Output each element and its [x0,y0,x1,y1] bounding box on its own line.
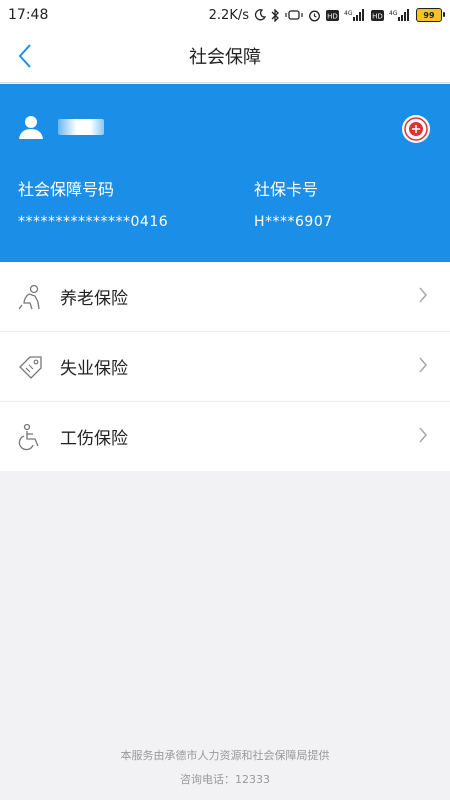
chevron-right-icon [419,287,428,303]
card-number-block: 社保卡号 H****6907 [254,176,333,230]
page-title: 社会保障 [189,47,261,68]
ssn-block: 社会保障号码 ***************0416 [18,176,168,230]
ssn-value: ***************0416 [18,214,169,230]
hd-icon: HD [326,9,339,21]
ssn-label: 社会保障号码 [18,180,115,199]
list-item-unemployment-insurance[interactable]: 失业保险 [0,332,450,402]
status-bar: 17:48 2.2K/s HD 4G HD 4G 99 [0,0,450,30]
svg-text:4G: 4G [389,10,398,17]
svg-text:HD: HD [372,12,383,20]
bluetooth-icon [271,8,280,22]
nav-bar: 社会保障 [0,30,450,83]
list-item-pension-insurance[interactable]: 养老保险 [0,262,450,332]
moon-icon [254,9,266,21]
signal-4g-icon: 4G [389,9,411,21]
social-security-card: 社会保障号码 ***************0416 社保卡号 H****690… [0,84,450,262]
elderly-person-icon [15,282,45,312]
insurance-list: 养老保险 失业保险 工伤保险 [0,262,450,471]
battery-level: 99 [423,10,435,20]
tag-icon [15,352,45,382]
user-row [18,114,104,140]
back-button[interactable] [10,40,40,72]
hotline-text: 咨询电话：12333 [180,773,270,786]
net-speed: 2.2K/s [208,7,249,23]
chevron-right-icon [419,357,428,373]
list-item-label: 工伤保险 [60,429,128,449]
hd-icon: HD [371,9,384,21]
emblem-icon [402,115,430,143]
user-icon [19,116,43,139]
footer: 本服务由承德市人力资源和社会保障局提供 咨询电话：12333 [0,744,450,792]
provider-text: 本服务由承德市人力资源和社会保障局提供 [120,749,330,762]
svg-text:HD: HD [327,12,338,20]
card-number-value: H****6907 [254,214,333,230]
chevron-right-icon [419,427,428,443]
list-item-label: 失业保险 [60,359,128,379]
alarm-icon [308,9,321,22]
signal-4g-icon: 4G [344,9,366,21]
user-name-masked [58,119,104,135]
battery-icon: 99 [416,8,445,22]
list-item-work-injury-insurance[interactable]: 工伤保险 [0,402,450,471]
vibrate-icon [285,9,303,21]
status-time: 17:48 [8,7,49,23]
list-item-label: 养老保险 [60,289,128,309]
status-icons: 2.2K/s HD 4G HD 4G 99 [208,7,445,23]
card-number-label: 社保卡号 [254,180,319,199]
chevron-left-icon [18,44,31,68]
wheelchair-icon [15,422,45,452]
svg-text:4G: 4G [344,10,353,17]
